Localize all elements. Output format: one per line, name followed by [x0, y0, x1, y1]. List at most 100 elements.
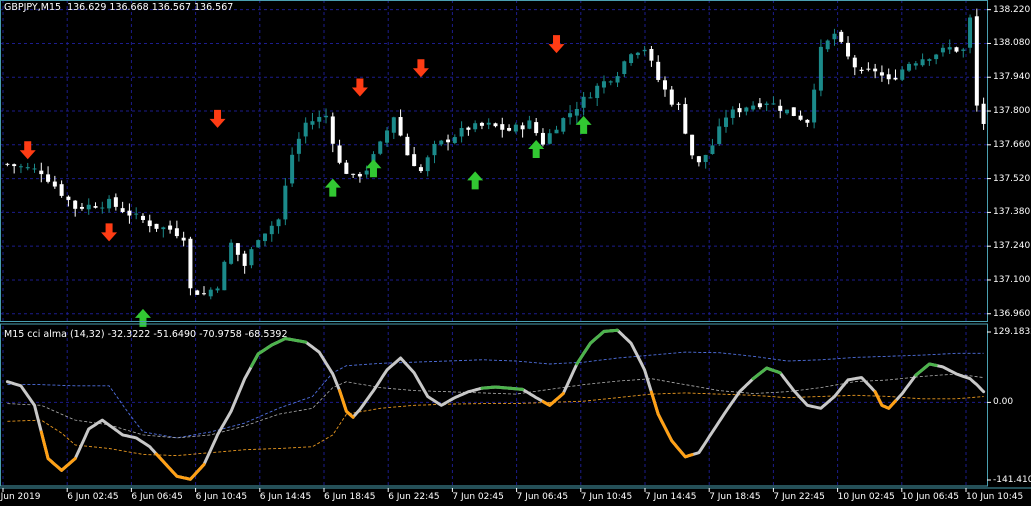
- candle-body: [927, 59, 932, 61]
- candle-body: [907, 63, 912, 71]
- candle-body: [601, 81, 606, 88]
- candle-body: [968, 17, 973, 48]
- candle-body: [235, 243, 240, 255]
- candle-body: [934, 54, 939, 60]
- time-tick-label: 7 Jun 10:45: [580, 492, 633, 502]
- candle-body: [303, 122, 308, 137]
- candle-body: [351, 173, 356, 175]
- candle-body: [737, 108, 742, 113]
- candle-body: [764, 103, 769, 106]
- price-tick-label: 136.960: [993, 308, 1031, 319]
- candle-body: [656, 61, 661, 80]
- candle-body: [852, 57, 857, 68]
- candle-body: [127, 210, 132, 216]
- candle-body: [947, 47, 952, 50]
- ohlc-values: 136.629 136.668 136.567 136.567: [67, 2, 234, 13]
- cci-rising-segment: [480, 385, 525, 391]
- candle-body: [588, 97, 593, 99]
- candle-body: [32, 168, 37, 170]
- candle-body: [723, 117, 728, 127]
- price-tick-label: 137.940: [993, 72, 1031, 83]
- time-tick-label: 6 Jun 06:45: [131, 492, 183, 502]
- candle-body: [900, 69, 905, 80]
- candle-body: [940, 47, 945, 53]
- candle-body: [222, 261, 227, 291]
- candle-body: [86, 204, 91, 210]
- candle-body: [317, 116, 322, 122]
- candle-body: [181, 237, 186, 241]
- price-tick-label: 0.00: [993, 397, 1014, 408]
- time-tick-label: 5 Jun 2019: [0, 492, 41, 502]
- candle-body: [744, 107, 749, 112]
- candle-body: [974, 16, 979, 106]
- indicator-name: M15 cci alma (14,32): [4, 329, 105, 340]
- candle-body: [561, 118, 566, 132]
- main-header: GBPJPY,M15 136.629 136.668 136.567 136.5…: [4, 2, 233, 14]
- candle-body: [459, 127, 464, 137]
- symbol-label: GBPJPY,M15: [4, 2, 62, 13]
- candle-body: [188, 238, 193, 289]
- candle-body: [446, 139, 451, 143]
- candle-body: [201, 293, 206, 295]
- candle-body: [642, 49, 647, 52]
- candle-body: [859, 69, 864, 72]
- candle-body: [398, 117, 403, 136]
- candle-body: [337, 145, 342, 163]
- candle-body: [107, 198, 112, 209]
- candle-body: [778, 105, 783, 111]
- candle-body: [5, 163, 10, 165]
- candle-body: [622, 61, 627, 75]
- candle-body: [534, 122, 539, 134]
- candle-body: [805, 119, 810, 123]
- time-tick-label: 7 Jun 18:45: [709, 492, 761, 502]
- candle-body: [73, 200, 78, 209]
- candle-body: [595, 85, 600, 99]
- candle-body: [913, 63, 918, 66]
- candle-body: [215, 288, 220, 291]
- candle-body: [425, 157, 430, 172]
- candle-body: [290, 154, 295, 184]
- candle-body: [669, 89, 674, 105]
- candle-body: [466, 127, 471, 130]
- candle-body: [920, 59, 925, 66]
- candle-body: [283, 185, 288, 220]
- candle-body: [866, 68, 871, 70]
- candle-body: [310, 121, 315, 125]
- indicator-values: -32.3222 -51.6490 -70.9758 -68.5392: [107, 329, 288, 340]
- candle-body: [683, 104, 688, 134]
- time-tick-label: 7 Jun 14:45: [645, 492, 697, 502]
- candle-body: [154, 223, 159, 229]
- candle-body: [513, 124, 518, 132]
- candle-body: [717, 126, 722, 144]
- candle-body: [391, 117, 396, 133]
- price-tick-label: 138.080: [993, 38, 1031, 49]
- candle-body: [568, 113, 573, 118]
- chart-canvas: [0, 0, 1031, 506]
- candle-body: [730, 109, 735, 118]
- candle-body: [846, 42, 851, 57]
- candle-body: [812, 89, 817, 123]
- candle-body: [818, 46, 823, 91]
- candle-body: [473, 123, 478, 130]
- candle-body: [757, 103, 762, 108]
- time-tick-label: 7 Jun 06:45: [516, 492, 569, 502]
- candle-body: [276, 219, 281, 227]
- candle-body: [873, 68, 878, 72]
- candle-body: [690, 134, 695, 156]
- candle-body: [385, 130, 390, 143]
- candle-body: [168, 225, 173, 230]
- candle-body: [751, 105, 756, 110]
- candle-body: [629, 54, 634, 64]
- price-tick-label: 137.380: [993, 207, 1031, 218]
- candle-body: [493, 123, 498, 127]
- candle-body: [140, 215, 145, 220]
- candle-body: [79, 206, 84, 209]
- candle-body: [527, 120, 532, 129]
- candle-body: [296, 138, 301, 154]
- candle-body: [174, 228, 179, 237]
- candle-body: [418, 167, 423, 172]
- candle-body: [710, 145, 715, 154]
- candle-body: [825, 40, 830, 50]
- candle-body: [832, 33, 837, 40]
- candle-body: [330, 116, 335, 144]
